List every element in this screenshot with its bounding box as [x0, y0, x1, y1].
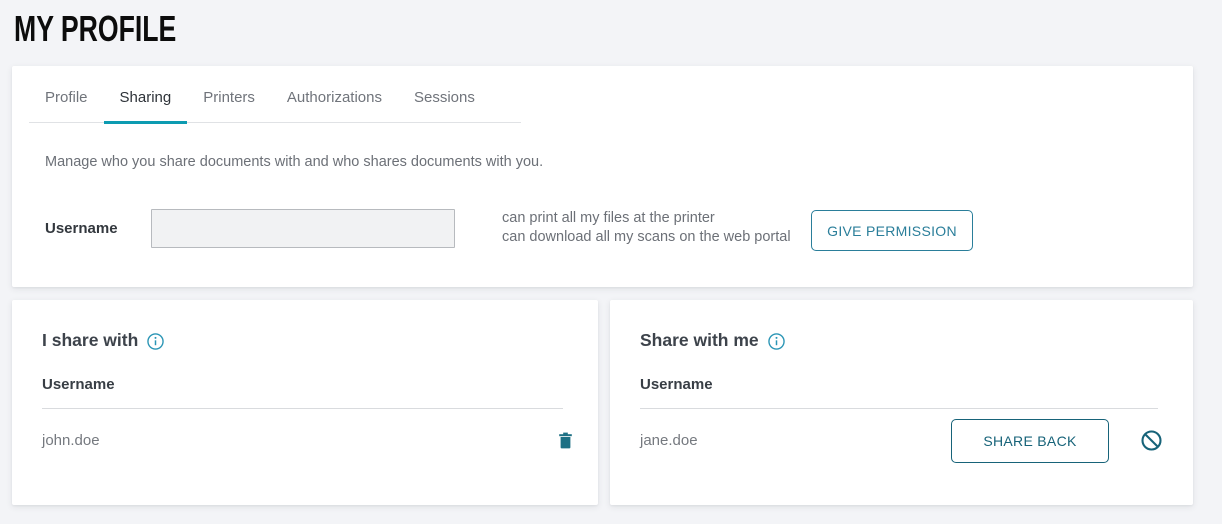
username-column-header: Username [42, 376, 115, 393]
tab-sharing[interactable]: Sharing [104, 89, 188, 124]
tab-authorizations[interactable]: Authorizations [271, 89, 398, 124]
profile-card: Profile Sharing Printers Authorizations … [12, 66, 1193, 287]
table-row: jane.doe SHARE BACK [640, 409, 1163, 472]
username-label: Username [45, 220, 118, 237]
trash-icon [558, 432, 573, 449]
info-icon[interactable] [147, 333, 164, 350]
username-input[interactable] [151, 209, 455, 248]
i-share-with-panel: I share with Username john.doe [12, 300, 598, 505]
revoke-share-button[interactable] [1140, 429, 1163, 452]
sharing-description: Manage who you share documents with and … [45, 154, 543, 170]
i-share-with-title: I share with [42, 330, 164, 351]
username-column-header: Username [640, 376, 713, 393]
permission-line-print: can print all my files at the printer [502, 209, 791, 228]
share-back-button[interactable]: SHARE BACK [951, 419, 1109, 463]
info-icon[interactable] [768, 333, 785, 350]
permission-description: can print all my files at the printer ca… [502, 209, 791, 247]
page-title: MY PROFILE [14, 8, 176, 50]
delete-share-button[interactable] [558, 432, 573, 449]
share-with-me-panel: Share with me Username jane.doe SHARE BA… [610, 300, 1193, 505]
tab-sessions[interactable]: Sessions [398, 89, 491, 124]
shared-username: john.doe [42, 432, 100, 449]
tab-profile[interactable]: Profile [29, 89, 104, 124]
block-icon [1140, 429, 1163, 452]
table-row: john.doe [42, 409, 573, 472]
i-share-with-title-text: I share with [42, 330, 138, 351]
share-with-me-title: Share with me [640, 330, 785, 351]
give-permission-button[interactable]: GIVE PERMISSION [811, 210, 973, 251]
tab-printers[interactable]: Printers [187, 89, 271, 124]
profile-tabbar: Profile Sharing Printers Authorizations … [29, 66, 521, 123]
permission-line-download: can download all my scans on the web por… [502, 228, 791, 247]
share-with-me-title-text: Share with me [640, 330, 759, 351]
shared-username: jane.doe [640, 432, 698, 449]
